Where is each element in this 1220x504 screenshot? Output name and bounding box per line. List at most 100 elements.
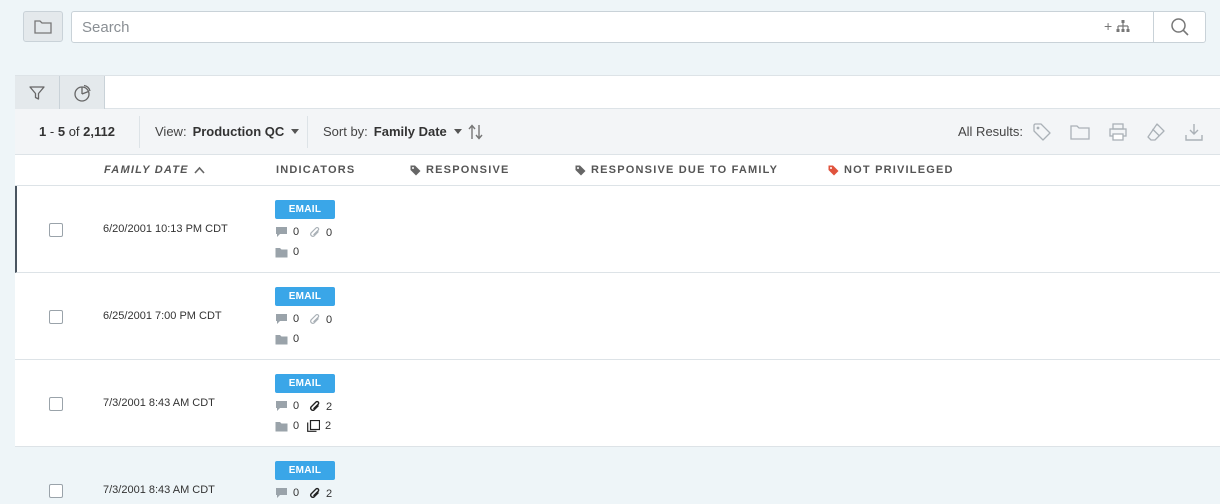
row-checkbox[interactable] <box>49 397 63 411</box>
column-responsive[interactable]: Responsive <box>410 164 510 176</box>
tag-button[interactable] <box>1031 121 1053 143</box>
folder-count: 0 <box>293 333 300 345</box>
column-not-privileged[interactable]: Not Privileged <box>828 164 954 176</box>
column-indicators[interactable]: Indicators <box>276 164 355 176</box>
tab-filter[interactable] <box>15 76 60 109</box>
move-to-folder-button[interactable] <box>1069 121 1091 143</box>
redact-button[interactable] <box>1145 121 1167 143</box>
folder-icon <box>275 247 288 257</box>
chevron-down-icon <box>291 129 300 134</box>
doc-type-badge: EMAIL <box>275 200 335 219</box>
sort-direction-icon <box>468 124 483 140</box>
filter-icon <box>29 85 45 100</box>
download-icon <box>1185 124 1203 141</box>
comment-icon <box>276 314 287 324</box>
sort-selector[interactable]: Sort by: Family Date <box>323 124 462 139</box>
tag-icon <box>828 165 839 175</box>
row-checkbox[interactable] <box>49 310 63 324</box>
sort-label: Sort by: <box>323 124 368 139</box>
attachments-indicator: 0 <box>309 226 332 239</box>
tag-icon <box>1033 123 1051 141</box>
column-label: Indicators <box>276 164 356 176</box>
doc-type-badge: EMAIL <box>275 374 335 393</box>
plus-icon: + <box>1104 18 1113 34</box>
of-label: of <box>68 124 80 139</box>
column-label: Family Date <box>104 164 189 176</box>
table-row[interactable]: 6/25/2001 7:00 PM CDT EMAIL 0 0 0 <box>15 273 1220 360</box>
download-button[interactable] <box>1183 121 1205 143</box>
folder-count: 0 <box>293 246 300 258</box>
eraser-icon <box>1147 123 1165 141</box>
paperclip-icon <box>310 313 320 324</box>
row-checkbox[interactable] <box>49 484 63 498</box>
results-toolbar: 1 - 5 of 2,112 View: Production QC Sort … <box>15 109 1220 155</box>
tag-icon <box>575 165 586 175</box>
print-icon <box>1109 123 1127 141</box>
column-label: Responsive <box>426 164 510 176</box>
duplicate-count: 2 <box>325 420 332 432</box>
folders-indicator: 0 <box>275 420 299 432</box>
folder-count: 0 <box>293 420 300 432</box>
view-label: View: <box>155 124 187 139</box>
print-button[interactable] <box>1107 121 1129 143</box>
duplicate-icon <box>307 420 320 432</box>
comment-count: 0 <box>293 226 300 238</box>
row-checkbox[interactable] <box>49 223 63 237</box>
search-input[interactable] <box>72 12 1102 42</box>
range-end: 5 <box>57 124 66 139</box>
panel-tab-bar <box>15 75 1220 109</box>
folder-icon <box>275 421 288 431</box>
folder-icon <box>1070 125 1090 140</box>
paperclip-icon <box>310 226 320 237</box>
table-header: Family Date Indicators Responsive Respon… <box>15 155 1220 186</box>
comment-icon <box>276 488 287 498</box>
folder-icon <box>34 20 52 34</box>
chevron-up-icon <box>194 166 205 174</box>
table-row[interactable]: 7/3/2001 8:43 AM CDT EMAIL 0 2 0 2 <box>15 360 1220 447</box>
column-responsive-due-to-family[interactable]: Responsive due to family <box>575 164 778 176</box>
tag-icon <box>410 165 421 175</box>
column-label: Not Privileged <box>844 164 954 176</box>
top-bar: + <box>0 0 1220 60</box>
result-count: 1 - 5 of 2,112 <box>39 124 115 139</box>
search-box: + <box>71 11 1206 43</box>
column-family-date[interactable]: Family Date <box>104 164 205 176</box>
view-value: Production QC <box>192 124 285 139</box>
chevron-down-icon <box>453 129 462 134</box>
sort-value: Family Date <box>373 124 447 139</box>
attachments-indicator: 0 <box>309 313 332 326</box>
attachment-count: 2 <box>326 400 333 413</box>
results-panel: 1 - 5 of 2,112 View: Production QC Sort … <box>15 75 1220 504</box>
toolbar-divider <box>139 116 140 148</box>
doc-type-badge: EMAIL <box>275 287 335 306</box>
comments-indicator: 0 <box>275 487 299 499</box>
folder-browser-button[interactable] <box>23 11 63 42</box>
sort-direction-button[interactable] <box>465 121 487 143</box>
comment-icon <box>276 227 287 237</box>
duplicates-indicator: 2 <box>307 420 331 432</box>
attachments-indicator: 2 <box>309 487 332 500</box>
tab-analytics[interactable] <box>60 76 105 109</box>
table-row[interactable]: 7/3/2001 8:43 AM CDT EMAIL 0 2 <box>15 447 1220 504</box>
comment-icon <box>276 401 287 411</box>
table-row[interactable]: 6/20/2001 10:13 PM CDT EMAIL 0 0 0 <box>15 186 1220 273</box>
view-selector[interactable]: View: Production QC <box>155 124 300 139</box>
comments-indicator: 0 <box>275 226 299 238</box>
paperclip-icon <box>310 400 320 411</box>
folders-indicator: 0 <box>275 333 299 345</box>
paperclip-icon <box>310 487 320 498</box>
search-icon <box>1171 18 1189 36</box>
attachment-count: 0 <box>326 313 333 326</box>
attachments-indicator: 2 <box>309 400 332 413</box>
range-start: 1 <box>39 124 47 139</box>
all-results-label: All Results: <box>958 124 1024 139</box>
attachment-count: 0 <box>326 226 333 239</box>
folders-indicator: 0 <box>275 246 299 258</box>
comments-indicator: 0 <box>275 400 299 412</box>
range-separator: - <box>49 124 55 139</box>
search-button[interactable] <box>1154 12 1206 42</box>
hierarchy-search-button[interactable]: + <box>1104 18 1131 34</box>
comment-count: 0 <box>293 400 300 412</box>
attachment-count: 2 <box>326 487 333 500</box>
hierarchy-icon <box>1116 20 1130 32</box>
